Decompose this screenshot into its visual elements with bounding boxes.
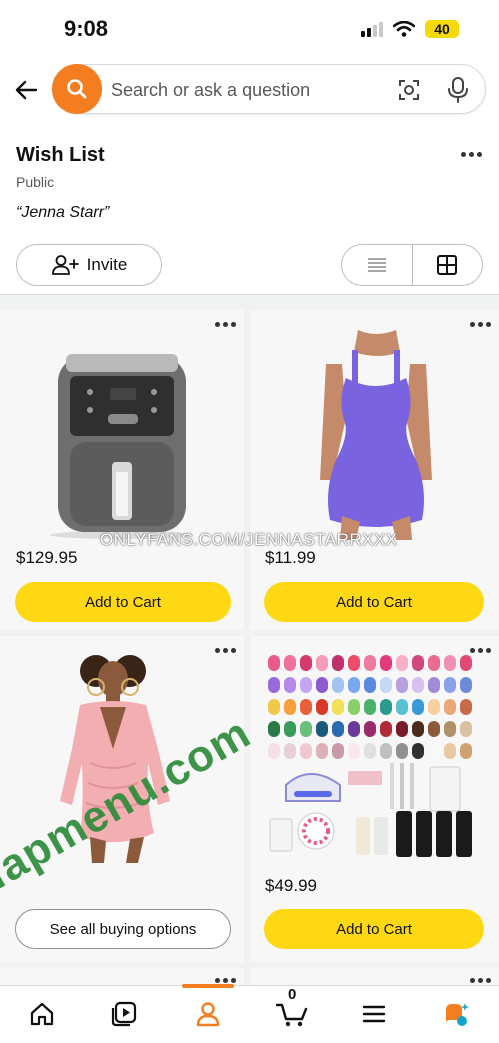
video-icon[interactable] (110, 1000, 138, 1028)
list-more-options-icon[interactable] (461, 152, 482, 157)
product-card[interactable]: $49.99 Add to Cart (250, 636, 499, 962)
list-owner-name: “Jenna Starr” (16, 204, 110, 221)
search-header: Search or ask a question (0, 62, 499, 118)
item-more-options-icon[interactable] (470, 978, 491, 983)
product-card[interactable]: $11.99 Add to Cart (250, 310, 499, 630)
status-indicators: 40 (361, 20, 459, 38)
page-title: Wish List (16, 144, 105, 166)
home-icon[interactable] (28, 1000, 56, 1028)
list-view-button[interactable] (342, 245, 412, 285)
status-time: 9:08 (64, 16, 109, 41)
watermark-text: ONLYFANS.COM/JENNASTARRXXX (100, 530, 398, 549)
wifi-icon (393, 21, 415, 37)
rufus-assistant-icon[interactable] (442, 1000, 470, 1028)
view-toggle (341, 244, 483, 286)
add-to-cart-button[interactable]: Add to Cart (264, 582, 484, 622)
signal-icon (361, 21, 383, 37)
invite-label: Invite (86, 255, 128, 274)
item-more-options-icon[interactable] (215, 322, 236, 327)
active-tab-indicator (182, 984, 234, 988)
camera-lens-icon[interactable] (397, 78, 421, 102)
add-to-cart-button[interactable]: Add to Cart (264, 909, 484, 949)
invite-button[interactable]: Invite (16, 244, 162, 286)
product-card[interactable]: $129.95 Add to Cart (0, 310, 244, 630)
back-arrow-icon[interactable] (12, 76, 40, 104)
search-icon (67, 79, 87, 99)
grid-view-icon (437, 255, 458, 275)
nail-polish-kit-image (268, 655, 472, 857)
bottom-navigation: 0 (0, 984, 499, 1043)
cart-icon[interactable] (275, 1000, 309, 1028)
item-price: $11.99 (265, 548, 316, 567)
item-more-options-icon[interactable] (215, 978, 236, 983)
search-button[interactable] (52, 64, 102, 114)
air-fryer-image (50, 354, 194, 539)
list-view-icon (367, 258, 386, 272)
add-person-icon (51, 255, 79, 275)
privacy-label: Public (16, 174, 55, 190)
battery-indicator: 40 (425, 20, 459, 38)
search-input[interactable]: Search or ask a question (111, 80, 310, 101)
grid-view-button[interactable] (411, 245, 483, 285)
status-bar: 9:08 40 (0, 0, 499, 60)
item-more-options-icon[interactable] (470, 322, 491, 327)
search-bar[interactable]: Search or ask a question (52, 64, 486, 114)
item-price: $49.99 (265, 876, 317, 895)
menu-icon[interactable] (360, 1000, 388, 1028)
account-icon[interactable] (194, 1000, 222, 1028)
purple-dress-image (320, 330, 432, 540)
see-buying-options-button[interactable]: See all buying options (15, 909, 231, 949)
add-to-cart-button[interactable]: Add to Cart (15, 582, 231, 622)
item-price: $129.95 (16, 548, 78, 567)
microphone-icon[interactable] (447, 77, 469, 103)
